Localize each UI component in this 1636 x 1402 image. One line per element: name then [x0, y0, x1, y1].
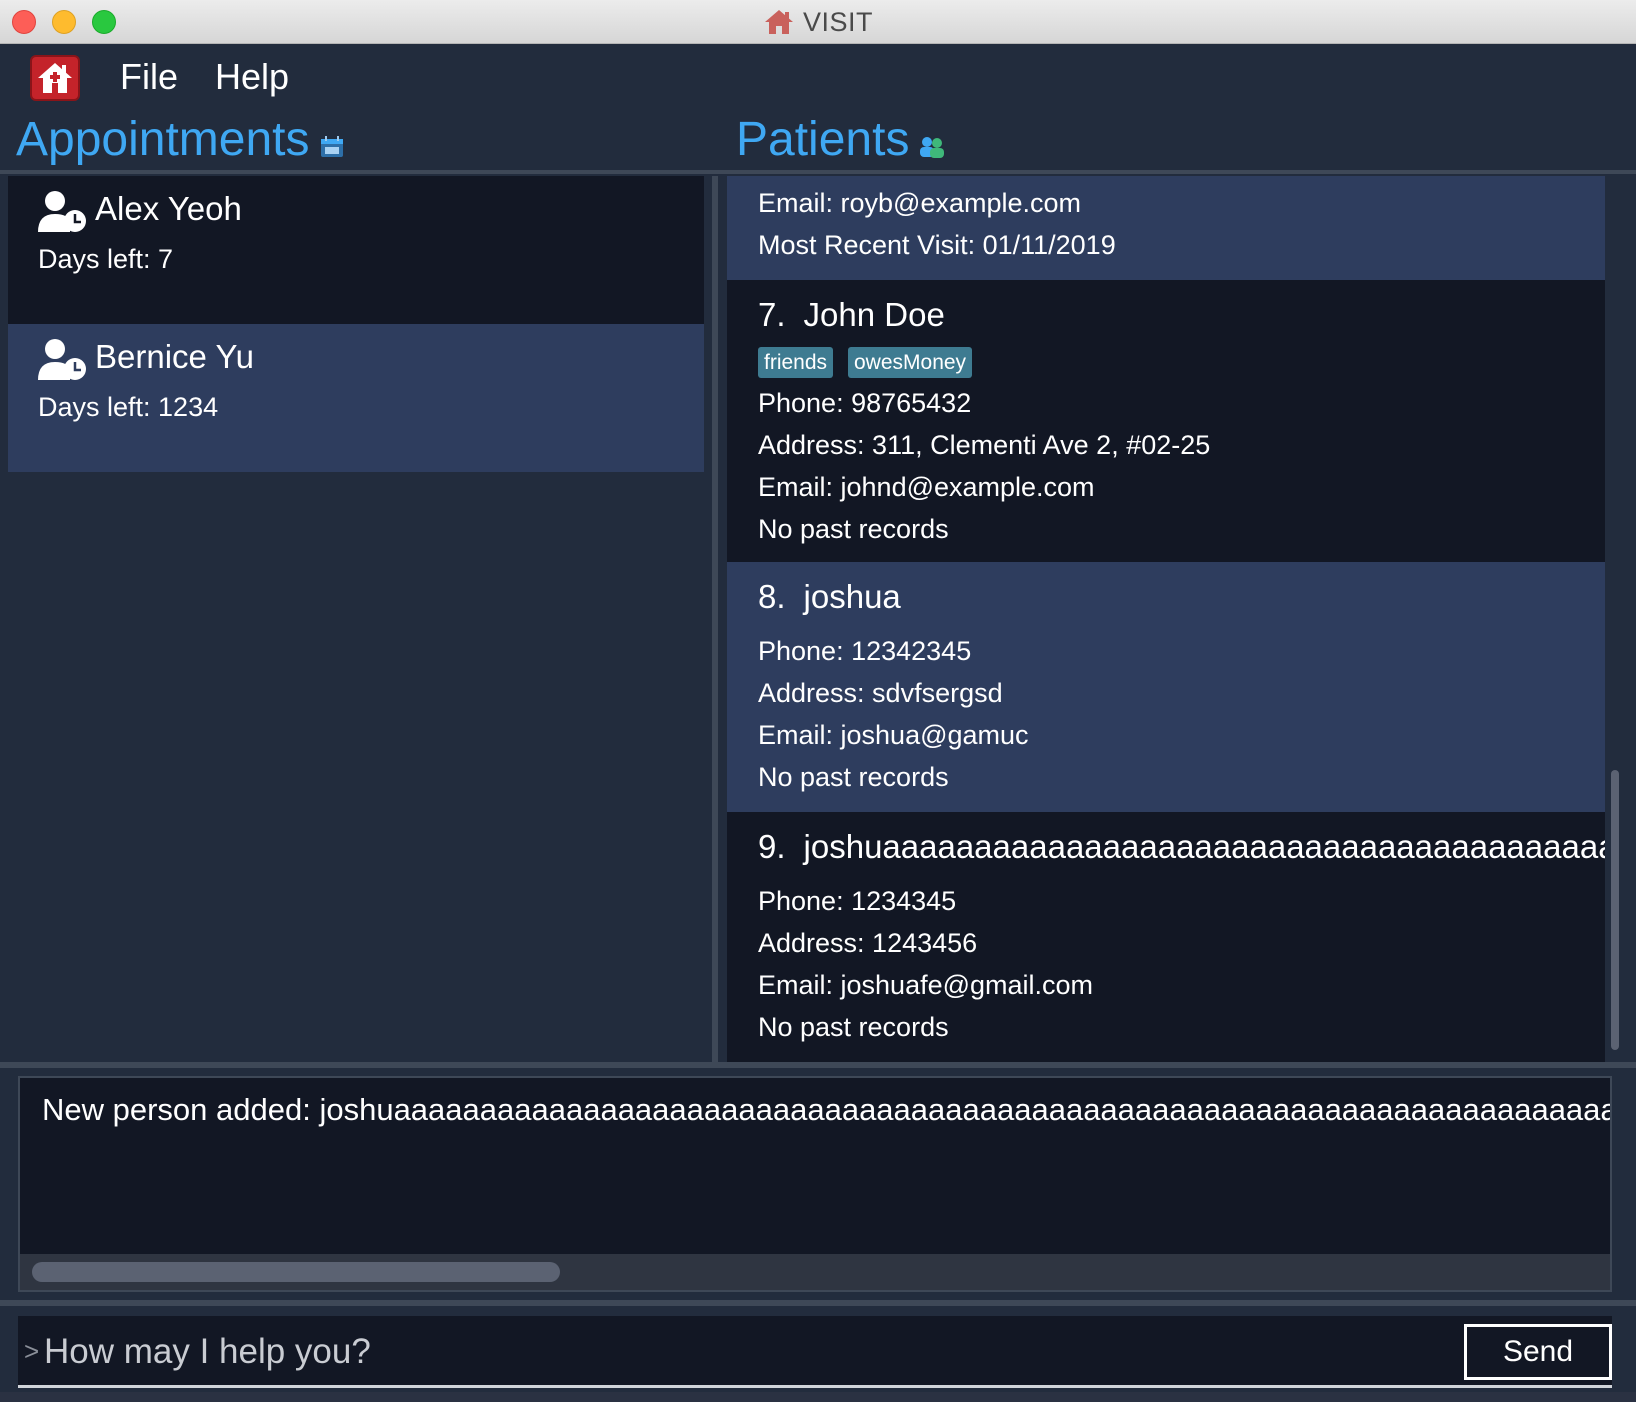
- result-scrollbar-thumb[interactable]: [32, 1262, 560, 1282]
- patient-address: Address: 1243456: [758, 928, 978, 958]
- patient-email: Email: joshua@gamuc: [758, 720, 1029, 750]
- patient-tag: friends: [758, 347, 834, 378]
- panel-split-handle[interactable]: [712, 176, 718, 1062]
- patient-email: Email: royb@example.com: [758, 188, 1082, 218]
- app-window: VISIT File Help Appointments Patients Al…: [0, 0, 1636, 1402]
- appointment-item[interactable]: Alex Yeoh Days left: 7: [8, 176, 704, 324]
- command-divider: [0, 1300, 1636, 1306]
- appointments-title: Appointments: [16, 113, 310, 166]
- window-title-group: VISIT: [0, 0, 1636, 44]
- patient-phone: Phone: 98765432: [758, 388, 972, 418]
- patient-card[interactable]: 9. joshuaaaaaaaaaaaaaaaaaaaaaaaaaaaaaaaaa…: [727, 812, 1605, 1062]
- patient-card[interactable]: Email: royb@example.com Most Recent Visi…: [727, 176, 1605, 280]
- appointments-list[interactable]: Alex Yeoh Days left: 7 Bernice Yu Days l…: [8, 176, 704, 1062]
- patients-scrollbar-thumb[interactable]: [1611, 770, 1619, 1050]
- patient-name: John Doe: [803, 296, 945, 333]
- patient-phone: Phone: 1234345: [758, 886, 957, 916]
- patient-tag: owesMoney: [848, 347, 973, 378]
- patient-index: 9.: [758, 828, 786, 865]
- result-horizontal-scrollbar[interactable]: [20, 1254, 1610, 1290]
- patient-index: 8.: [758, 578, 786, 615]
- patient-card[interactable]: 7. John Doe friends owesMoney Phone: 9876…: [727, 280, 1605, 562]
- patient-records: No past records: [758, 514, 949, 544]
- patient-card[interactable]: 8. joshua Phone: 12342345 Address: sdvfse…: [727, 562, 1605, 812]
- bottom-strip: [0, 1392, 1636, 1402]
- patients-title: Patients: [736, 113, 910, 166]
- patient-phone: Phone: 12342345: [758, 636, 972, 666]
- appointment-days-left: Days left: 7: [38, 244, 174, 274]
- command-prompt: >: [24, 1336, 40, 1366]
- appointment-name: Alex Yeoh: [95, 190, 242, 227]
- result-display: New person added: joshuaaaaaaaaaaaaaaaaa…: [18, 1076, 1612, 1292]
- appointment-name: Bernice Yu: [95, 338, 255, 375]
- patients-list[interactable]: Email: royb@example.com Most Recent Visi…: [727, 176, 1605, 1062]
- window-title: VISIT: [802, 6, 873, 37]
- patient-address: Address: 311, Clementi Ave 2, #02-25: [758, 430, 1211, 460]
- menu-bar: File Help: [0, 44, 1636, 110]
- patient-title: 8. joshua: [758, 578, 901, 616]
- patient-name: joshuaaaaaaaaaaaaaaaaaaaaaaaaaaaaaaaaaaa…: [803, 828, 1605, 865]
- patient-index: 7.: [758, 296, 786, 333]
- patient-title: 9. joshuaaaaaaaaaaaaaaaaaaaaaaaaaaaaaaaaa…: [758, 828, 1605, 866]
- calendar-icon: [320, 135, 343, 157]
- user-clock-icon: [38, 339, 86, 380]
- command-box: > Send: [18, 1316, 1612, 1388]
- appointment-days-left: Days left: 1234: [38, 392, 219, 422]
- patient-name: joshua: [803, 578, 901, 615]
- patient-title: 7. John Doe: [758, 296, 945, 334]
- home-icon: [764, 10, 793, 34]
- patient-recent-visit: Most Recent Visit: 01/11/2019: [758, 230, 1116, 260]
- appointments-header: Appointments: [16, 112, 344, 167]
- send-button[interactable]: Send: [1464, 1324, 1612, 1380]
- patients-header: Patients: [736, 112, 945, 167]
- people-icon: [920, 136, 945, 158]
- patient-email: Email: joshuafe@gmail.com: [758, 970, 1094, 1000]
- patient-email: Email: johnd@example.com: [758, 472, 1095, 502]
- patient-records: No past records: [758, 1012, 949, 1042]
- header-divider: [0, 170, 1636, 174]
- home-icon: [38, 63, 72, 93]
- result-message: New person added: joshuaaaaaaaaaaaaaaaaa…: [42, 1092, 1612, 1127]
- result-divider: [0, 1062, 1636, 1068]
- appointment-item[interactable]: Bernice Yu Days left: 1234: [8, 324, 704, 472]
- command-input[interactable]: [44, 1324, 1364, 1380]
- patient-address: Address: sdvfsergsd: [758, 678, 1003, 708]
- title-bar: VISIT: [0, 0, 1636, 44]
- menu-help[interactable]: Help: [215, 56, 289, 98]
- app-logo: [30, 55, 80, 101]
- user-clock-icon: [38, 191, 86, 232]
- menu-file[interactable]: File: [120, 56, 178, 98]
- patient-records: No past records: [758, 762, 949, 792]
